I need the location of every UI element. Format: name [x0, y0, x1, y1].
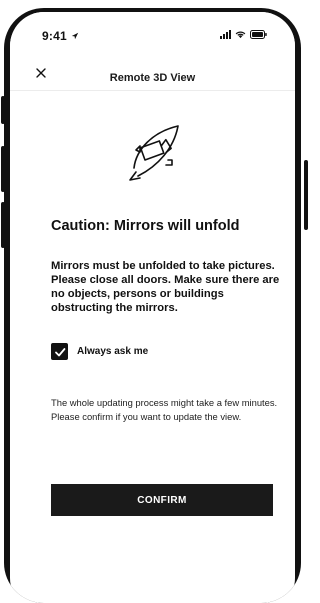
confirm-button[interactable]: CONFIRM [51, 484, 273, 516]
warning-title: Caution: Mirrors will unfold [51, 218, 240, 234]
side-button-volume-up [1, 146, 5, 192]
info-text: The whole updating process might take a … [51, 397, 278, 422]
location-arrow-icon [72, 32, 79, 40]
screen: 9:41 Remote 3D View Caution: Mirrors wil… [10, 12, 295, 603]
cellular-signal-icon [220, 30, 231, 39]
side-button-mute [1, 96, 5, 124]
checkmark-icon [54, 347, 65, 356]
checkbox-label[interactable]: Always ask me [77, 346, 148, 357]
always-ask-checkbox-row[interactable]: Always ask me [51, 343, 148, 360]
camera-rotation-icon [129, 125, 179, 181]
status-time-text: 9:41 [42, 29, 67, 43]
header-divider [10, 90, 295, 91]
status-icons [220, 30, 267, 39]
battery-icon [250, 30, 267, 39]
navigation-bar: Remote 3D View [10, 56, 295, 90]
wifi-icon [235, 31, 246, 39]
warning-message: Mirrors must be unfolded to take picture… [51, 260, 280, 314]
phone-frame: 9:41 Remote 3D View Caution: Mirrors wil… [4, 8, 301, 603]
always-ask-checkbox[interactable] [51, 343, 68, 360]
page-title: Remote 3D View [109, 72, 196, 84]
status-bar: 9:41 [10, 12, 295, 52]
side-button-power [304, 160, 308, 230]
side-button-volume-down [1, 202, 5, 248]
status-time: 9:41 [42, 29, 79, 43]
